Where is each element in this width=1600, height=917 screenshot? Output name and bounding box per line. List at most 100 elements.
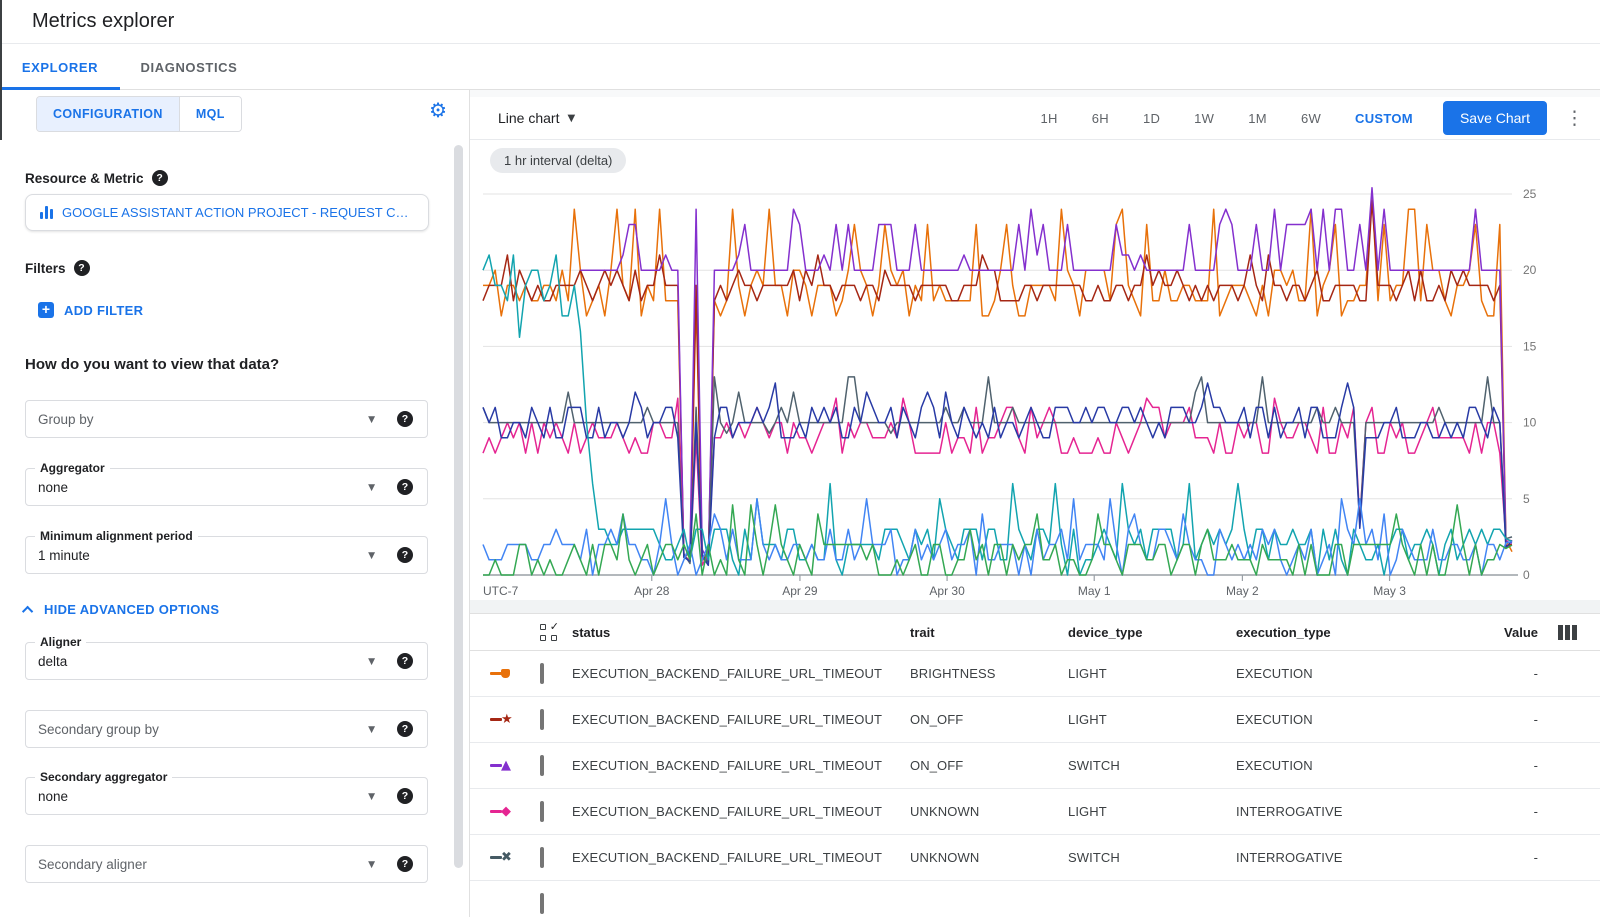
table-row[interactable]: ✖EXECUTION_BACKEND_FAILURE_URL_TIMEOUTUN…	[470, 835, 1600, 881]
column-header-status[interactable]: status	[572, 625, 910, 640]
table-row[interactable]: ▲ EXECUTION_BACKEND_FAILURE_URL_TIMEOUTON…	[470, 743, 1600, 789]
column-header-trait[interactable]: trait	[910, 625, 1068, 640]
help-icon[interactable]: ?	[397, 856, 413, 872]
help-icon[interactable]: ?	[397, 547, 413, 563]
mql-toggle-button[interactable]: MQL	[179, 97, 241, 131]
row-checkbox[interactable]	[540, 893, 544, 914]
row-checkbox[interactable]	[540, 801, 544, 822]
add-filter-button[interactable]: + ADD FILTER	[38, 302, 143, 318]
help-icon[interactable]: ?	[397, 479, 413, 495]
series-marker-icon: ▲	[490, 759, 540, 772]
window-left-edge	[0, 0, 2, 140]
cell-execution-type: INTERROGATIVE	[1236, 804, 1482, 819]
save-chart-button[interactable]: Save Chart	[1443, 101, 1547, 135]
dropdown-arrow-icon: ▼	[368, 483, 375, 493]
cell-device-type: LIGHT	[1068, 666, 1236, 681]
aligner-select[interactable]: Alignerdelta▼?	[25, 642, 428, 680]
range-6w-button[interactable]: 6W	[1301, 111, 1321, 126]
aggregator-select[interactable]: Aggregatornone▼?	[25, 468, 428, 506]
hide-advanced-options-button[interactable]: HIDE ADVANCED OPTIONS	[25, 602, 219, 617]
table-row[interactable]: ★ EXECUTION_BACKEND_FAILURE_URL_TIMEOUTON…	[470, 697, 1600, 743]
aggregator-value: none	[38, 480, 68, 495]
interval-chip[interactable]: 1 hr interval (delta)	[490, 148, 626, 173]
more-vert-icon[interactable]: ⋮	[1565, 107, 1584, 129]
metrics-explorer-page: Metrics explorer EXPLORER DIAGNOSTICS CO…	[0, 0, 1600, 917]
range-1w-button[interactable]: 1W	[1194, 111, 1214, 126]
table-row[interactable]: EXECUTION_BACKEND_FAILURE_URL_TIMEOUTBRI…	[470, 651, 1600, 697]
tab-explorer[interactable]: EXPLORER	[0, 44, 120, 90]
cell-value: -	[1482, 666, 1544, 681]
column-header-value[interactable]: Value	[1482, 625, 1544, 640]
cell-trait: ON_OFF	[910, 712, 1068, 727]
group-by-select[interactable]: Group by▼?	[25, 400, 428, 438]
svg-text:May 3: May 3	[1373, 584, 1406, 598]
secondary-aggregator-value: none	[38, 789, 68, 804]
timeseries-chart[interactable]: 0510152025UTC-7Apr 28Apr 29Apr 30May 1Ma…	[470, 140, 1600, 610]
series-marker-icon	[490, 669, 540, 678]
svg-text:Apr 29: Apr 29	[782, 584, 818, 598]
cell-execution-type: INTERROGATIVE	[1236, 850, 1482, 865]
table-row[interactable]: ◆EXECUTION_BACKEND_FAILURE_URL_TIMEOUTUN…	[470, 789, 1600, 835]
help-icon[interactable]: ?	[152, 170, 168, 186]
select-all-icon[interactable]: ✓	[540, 624, 557, 641]
svg-text:UTC-7: UTC-7	[483, 584, 519, 598]
cell-status: EXECUTION_BACKEND_FAILURE_URL_TIMEOUT	[572, 850, 910, 865]
series-marker-cell	[470, 669, 540, 678]
tab-diagnostics[interactable]: DIAGNOSTICS	[120, 44, 258, 90]
chart-type-dropdown[interactable]: Line chart ▼	[498, 110, 575, 126]
range-custom-button[interactable]: CUSTOM	[1355, 111, 1413, 126]
column-picker-icon[interactable]	[1558, 625, 1600, 640]
cell-device-type: LIGHT	[1068, 712, 1236, 727]
configuration-toggle-button[interactable]: CONFIGURATION	[37, 97, 179, 131]
resource-metric-chip[interactable]: GOOGLE ASSISTANT ACTION PROJECT - REQUES…	[25, 194, 429, 231]
cell-trait: ON_OFF	[910, 758, 1068, 773]
secondary-group-by-select[interactable]: Secondary group by▼?	[25, 710, 428, 748]
column-header-execution-type[interactable]: execution_type	[1236, 625, 1482, 640]
checkbox-cell	[540, 665, 572, 683]
cell-status: EXECUTION_BACKEND_FAILURE_URL_TIMEOUT	[572, 758, 910, 773]
series-marker-icon: ★	[490, 713, 540, 726]
cell-value: -	[1482, 758, 1544, 773]
cell-value: -	[1482, 712, 1544, 727]
time-range-buttons: 1H 6H 1D 1W 1M 6W CUSTOM	[1041, 111, 1413, 126]
help-icon[interactable]: ?	[74, 260, 90, 276]
chart-series-line-7	[483, 499, 1512, 575]
range-6h-button[interactable]: 6H	[1092, 111, 1109, 126]
column-header-device-type[interactable]: device_type	[1068, 625, 1236, 640]
bar-chart-icon	[40, 206, 53, 219]
title-bar: Metrics explorer	[0, 0, 1600, 44]
help-icon[interactable]: ?	[397, 411, 413, 427]
table-row-partial[interactable]	[470, 881, 1600, 917]
column-picker-cell	[1544, 625, 1600, 640]
filters-label: Filters ?	[25, 260, 90, 276]
cell-trait: BRIGHTNESS	[910, 666, 1068, 681]
cell-device-type: SWITCH	[1068, 758, 1236, 773]
checkbox-cell	[540, 803, 572, 821]
cell-status: EXECUTION_BACKEND_FAILURE_URL_TIMEOUT	[572, 712, 910, 727]
dropdown-arrow-icon: ▼	[368, 792, 375, 802]
secondary-aggregator-select[interactable]: Secondary aggregatornone▼?	[25, 777, 428, 815]
resource-metric-label: Resource & Metric ?	[25, 170, 168, 186]
secondary-aligner-select[interactable]: Secondary aligner▼?	[25, 845, 428, 883]
help-icon[interactable]: ?	[397, 788, 413, 804]
minimum-alignment-period-select[interactable]: Minimum alignment period1 minute▼?	[25, 536, 428, 574]
cell-device-type: SWITCH	[1068, 850, 1236, 865]
row-checkbox[interactable]	[540, 755, 544, 776]
row-checkbox[interactable]	[540, 663, 544, 684]
range-1m-button[interactable]: 1M	[1248, 111, 1267, 126]
row-checkbox[interactable]	[540, 847, 544, 868]
dropdown-arrow-icon: ▼	[368, 415, 375, 425]
cell-value: -	[1482, 804, 1544, 819]
row-checkbox[interactable]	[540, 709, 544, 730]
range-1h-button[interactable]: 1H	[1041, 111, 1058, 126]
gear-icon[interactable]: ⚙	[429, 100, 447, 120]
cell-execution-type: EXECUTION	[1236, 712, 1482, 727]
series-marker-cell: ◆	[470, 805, 540, 818]
help-icon[interactable]: ?	[397, 653, 413, 669]
help-icon[interactable]: ?	[397, 721, 413, 737]
dropdown-arrow-icon: ▼	[368, 657, 375, 667]
left-panel-scrollbar[interactable]	[454, 145, 463, 868]
svg-text:15: 15	[1523, 339, 1537, 353]
range-1d-button[interactable]: 1D	[1143, 111, 1160, 126]
svg-text:0: 0	[1523, 568, 1530, 582]
